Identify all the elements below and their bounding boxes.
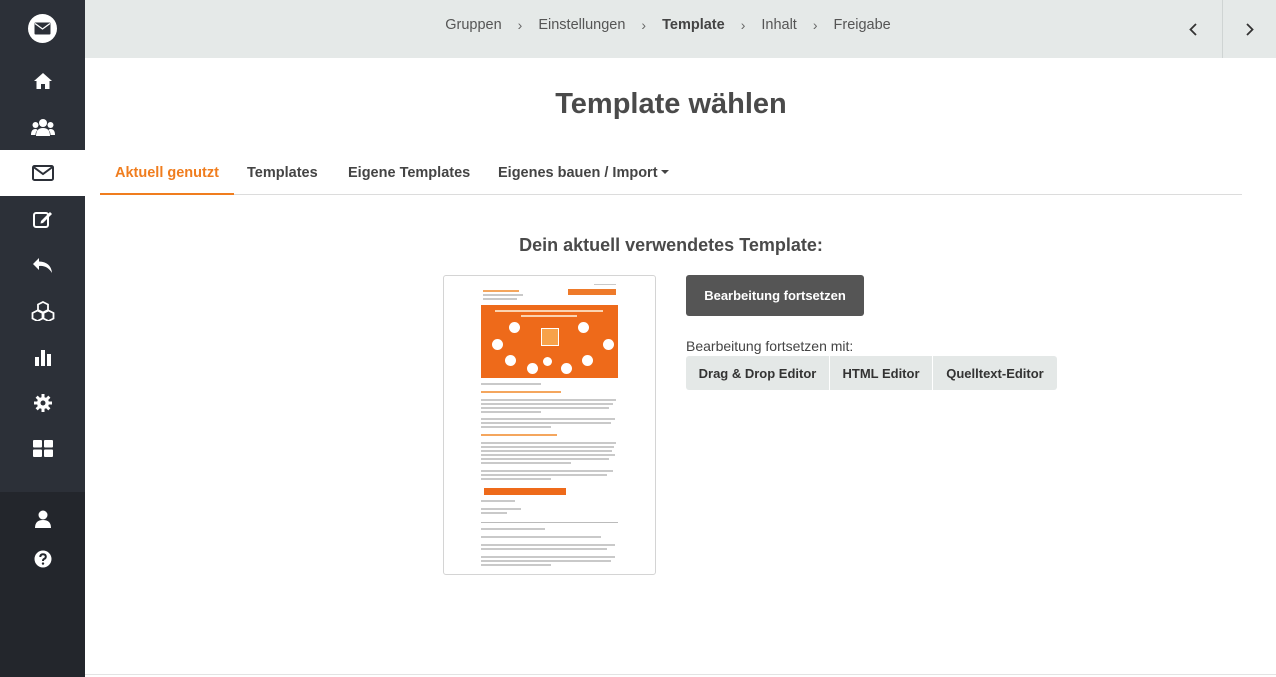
chevron-right-icon: › [517, 17, 523, 33]
chevron-right-icon [1245, 22, 1254, 36]
sidebar-item-help[interactable] [0, 536, 85, 582]
wizard-topbar: Gruppen › Einstellungen › Template › Inh… [85, 0, 1276, 58]
users-icon [30, 119, 55, 136]
chevron-right-icon: › [812, 17, 818, 33]
tab-label: Templates [247, 165, 318, 181]
breadcrumb-step-template[interactable]: Template [660, 17, 727, 33]
previous-step-button[interactable] [1166, 0, 1220, 58]
sidebar-item-responses[interactable] [0, 242, 85, 288]
page-title: Template wählen [555, 88, 787, 120]
edit-icon [32, 212, 52, 228]
breadcrumb-step-freigabe[interactable]: Freigabe [832, 17, 893, 33]
breadcrumb-step-inhalt[interactable]: Inhalt [759, 17, 798, 33]
breadcrumb-step-einstellungen[interactable]: Einstellungen [536, 17, 627, 33]
editor-button-group: Drag & Drop Editor HTML Editor Quelltext… [686, 356, 1057, 390]
template-cta-preview [484, 488, 566, 495]
next-step-button[interactable] [1222, 0, 1276, 58]
continue-editing-button[interactable]: Bearbeitung fortsetzen [686, 275, 864, 316]
help-icon [34, 550, 51, 568]
home-icon [33, 73, 52, 89]
mail-icon [31, 165, 54, 181]
template-preview[interactable] [443, 275, 656, 575]
sidebar-item-integrations[interactable] [0, 288, 85, 334]
sidebar-item-settings[interactable] [0, 380, 85, 426]
template-tabs: Aktuell genutzt Templates Eigene Templat… [100, 152, 1242, 195]
sidebar-item-reports[interactable] [0, 334, 85, 380]
sidebar-item-recipients[interactable] [0, 104, 85, 150]
tab-own-templates[interactable]: Eigene Templates [333, 152, 485, 195]
template-banner-image [481, 305, 618, 378]
chevron-left-icon [1189, 22, 1197, 36]
breadcrumb-step-gruppen[interactable]: Gruppen [443, 17, 503, 33]
caret-down-icon [660, 170, 669, 175]
tab-label: Eigenes bauen / Import [498, 165, 658, 181]
sidebar-item-dashboard[interactable] [0, 425, 85, 471]
tab-current[interactable]: Aktuell genutzt [100, 152, 234, 195]
sidebar-item-editor[interactable] [0, 196, 85, 242]
breadcrumb: Gruppen › Einstellungen › Template › Inh… [85, 0, 1251, 50]
gear-icon [33, 394, 52, 412]
reply-icon [32, 258, 52, 273]
brand-logo-icon [568, 289, 616, 295]
source-editor-button[interactable]: Quelltext-Editor [933, 356, 1057, 390]
drag-drop-editor-button[interactable]: Drag & Drop Editor [686, 356, 830, 390]
user-icon [34, 510, 51, 528]
tab-label: Aktuell genutzt [115, 165, 219, 181]
cubes-icon [31, 301, 54, 321]
app-logo-icon[interactable] [28, 14, 57, 43]
chevron-right-icon: › [641, 17, 647, 33]
chevron-right-icon: › [740, 17, 746, 33]
continue-with-label: Bearbeitung fortsetzen mit: [686, 338, 854, 354]
dashboard-icon [32, 439, 53, 457]
bar-chart-icon [34, 350, 51, 366]
footer-divider [85, 674, 1276, 675]
tab-templates[interactable]: Templates [232, 152, 333, 195]
sidebar [0, 0, 85, 677]
sidebar-item-mailings[interactable] [0, 150, 85, 196]
section-subtitle: Dein aktuell verwendetes Template: [519, 235, 823, 255]
tab-label: Eigene Templates [348, 165, 471, 181]
sidebar-item-home[interactable] [0, 58, 85, 104]
tab-build-import[interactable]: Eigenes bauen / Import [483, 152, 684, 195]
html-editor-button[interactable]: HTML Editor [830, 356, 933, 390]
